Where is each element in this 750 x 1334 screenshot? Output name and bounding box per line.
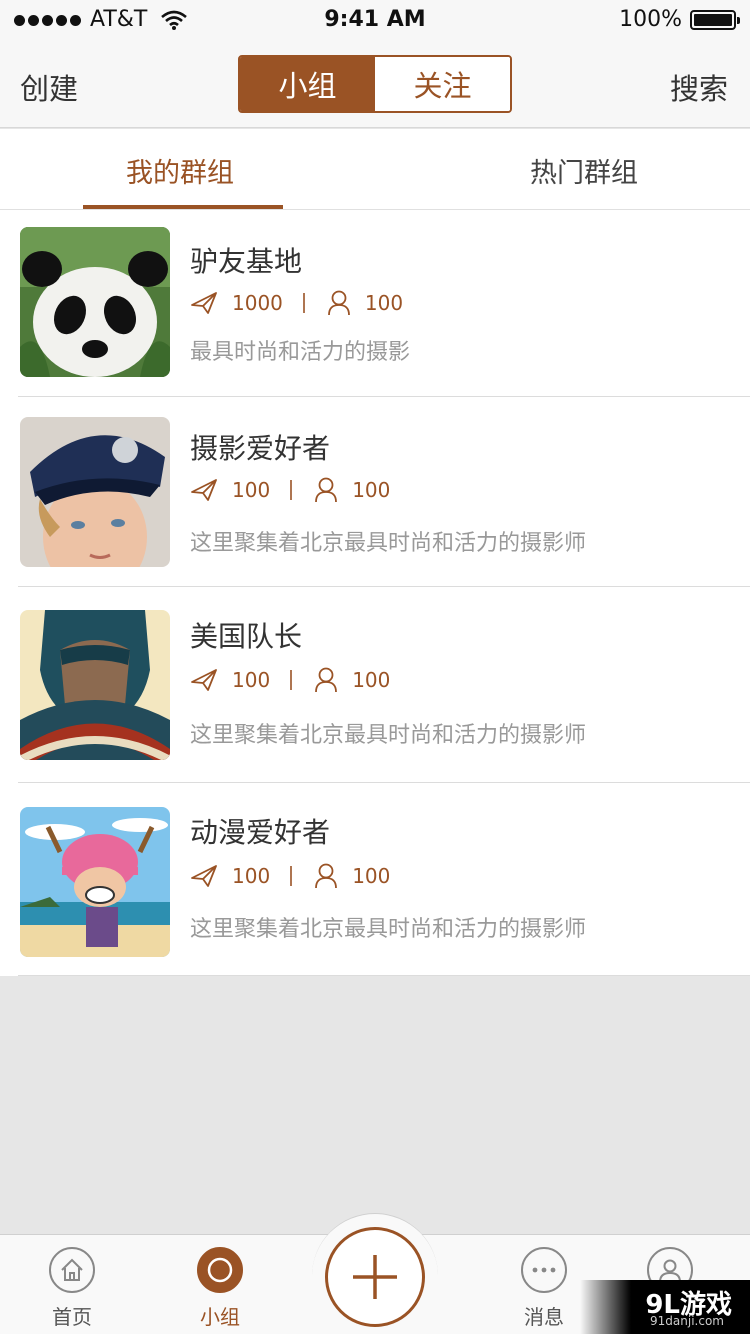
divider [290,670,293,690]
active-tab-indicator [83,205,283,209]
list-item[interactable]: 动漫爱好者 100 100 这里聚集着北京最具时尚和活力的摄影师 [18,783,750,976]
watermark-url: 91danji.com [650,1314,724,1328]
post-count: 100 [232,478,271,502]
group-title: 驴友基地 [190,245,303,278]
group-stats: 100 100 [190,477,390,503]
group-description: 这里聚集着北京最具时尚和活力的摄影师 [190,723,587,748]
search-button[interactable]: 搜索 [670,66,728,108]
create-button[interactable]: 创建 [20,66,78,108]
tab-groups[interactable]: 小组 [175,1247,265,1330]
user-icon [315,667,338,693]
group-description: 这里聚集着北京最具时尚和活力的摄影师 [190,531,587,556]
nav-bar: 创建 小组 关注 搜索 [0,40,750,128]
member-count: 100 [364,291,404,315]
tab-home[interactable]: 首页 [27,1247,117,1330]
site-watermark: 9L游戏 91danji.com [580,1280,750,1334]
divider [290,480,293,500]
tab-home-label: 首页 [52,1305,92,1329]
group-stats: 1000 100 [190,290,403,316]
paper-plane-icon [191,865,217,887]
status-bar: AT&T 9:41 AM 100% [0,0,750,40]
group-tabs: 我的群组 热门群组 [0,129,750,210]
user-icon [315,863,338,889]
group-list: 驴友基地 1000 100 最具时尚和活力的摄影 摄影爱好者 100 100 这… [0,210,750,976]
boy-cap-photo-thumbnail [20,417,170,567]
list-item[interactable]: 驴友基地 1000 100 最具时尚和活力的摄影 [18,210,750,397]
group-title: 动漫爱好者 [190,816,331,849]
user-icon [315,477,338,503]
tab-hot-groups[interactable]: 热门群组 [530,151,638,190]
segmented-control: 小组 关注 [238,55,512,113]
status-right: 100% [619,7,740,32]
tab-groups-label: 小组 [200,1305,240,1329]
group-stats: 100 100 [190,863,390,889]
divider [302,293,305,313]
segment-groups[interactable]: 小组 [240,57,375,111]
group-description: 最具时尚和活力的摄影 [190,340,411,365]
groups-icon [197,1247,243,1293]
compose-button[interactable] [325,1227,425,1327]
segment-follow[interactable]: 关注 [375,57,510,111]
tab-my-groups[interactable]: 我的群组 [126,151,234,190]
user-icon [328,290,350,316]
captain-america-art-thumbnail [20,610,170,760]
group-stats: 100 100 [190,667,390,693]
tab-messages-label: 消息 [524,1305,564,1329]
panda-photo-thumbnail [20,227,170,377]
chopper-cartoon-thumbnail [20,807,170,957]
battery-percent: 100% [619,7,682,32]
list-item[interactable]: 美国队长 100 100 这里聚集着北京最具时尚和活力的摄影师 [18,587,750,783]
post-count: 100 [232,864,271,888]
group-title: 美国队长 [190,620,303,653]
battery-icon [690,9,740,30]
home-icon [49,1247,95,1293]
member-count: 100 [352,478,391,502]
post-count: 1000 [232,291,283,315]
plus-icon [353,1255,397,1299]
paper-plane-icon [191,669,217,691]
paper-plane-icon [191,292,217,314]
more-dots-icon [521,1247,567,1293]
list-item[interactable]: 摄影爱好者 100 100 这里聚集着北京最具时尚和活力的摄影师 [18,397,750,587]
member-count: 100 [352,668,391,692]
post-count: 100 [232,668,271,692]
compose-button-wrap [312,1213,438,1334]
group-description: 这里聚集着北京最具时尚和活力的摄影师 [190,917,587,942]
group-title: 摄影爱好者 [190,432,331,465]
tab-messages[interactable]: 消息 [499,1247,589,1330]
paper-plane-icon [191,479,217,501]
divider [290,866,293,886]
member-count: 100 [352,864,391,888]
